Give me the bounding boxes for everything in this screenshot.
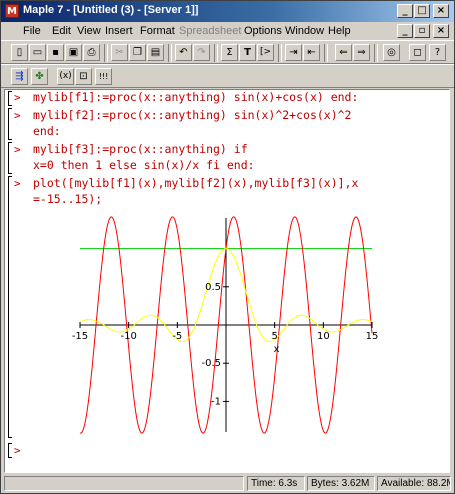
doc-close-button[interactable]: × [433,24,449,38]
y-tick-label: -0.5 [201,358,221,369]
input-line[interactable]: end: [33,124,61,138]
group-bracket[interactable] [8,443,12,458]
window-title: Maple 7 - [Untitled (3) - [Server 1]] [23,4,199,16]
minimize-button[interactable]: _ [397,4,413,18]
doc-minimize-button[interactable]: _ [397,24,413,38]
x-tick-label: -5 [172,331,182,342]
menu-spreadsheet[interactable]: Spreadsheet [179,25,241,37]
input-prompt: > [14,444,21,457]
maple-leaf-icon[interactable]: M [5,4,19,18]
group-bracket[interactable] [8,108,12,140]
input-prompt: > [14,143,21,156]
close-button[interactable]: × [433,4,449,18]
menu-help[interactable]: Help [328,25,351,37]
new-document-icon[interactable]: ▯ [11,44,28,61]
group-bracket[interactable] [8,142,12,174]
restart-icon[interactable]: ◻ [409,44,426,61]
back-arrow-icon[interactable]: ⇐ [335,44,352,61]
math-input-button[interactable]: Σ [221,44,238,61]
redo-icon[interactable]: ↷ [193,44,210,61]
print-icon[interactable]: ⎙ [83,44,100,61]
text-mode-icon[interactable]: ⊡ [75,68,92,85]
save-all-icon[interactable]: ▣ [65,44,82,61]
x-axis-label: x [274,344,280,355]
input-prompt: > [14,177,21,190]
doc-restore-button[interactable]: ▫ [414,24,430,38]
execute-all-button[interactable]: !!! [95,68,112,85]
menu-bar: File Edit View Insert Format Spreadsheet… [1,22,454,40]
menu-edit[interactable]: Edit [52,25,71,37]
plot-output[interactable]: -15 -10 -5 5 10 15 0.5 -0.5 -1 x [5,210,445,435]
menu-options[interactable]: Options [244,25,282,37]
forward-arrow-icon[interactable]: ⇒ [353,44,370,61]
status-time: Time: 6.3s [247,476,305,491]
copy-icon[interactable]: ❐ [129,44,146,61]
main-toolbar: ▯ ▭ ▪ ▣ ⎙ ✂ ❐ ▤ ↶ ↷ Σ T [> ⇥ ⇤ ⇐ ⇒ ◎ ◻ ? [1,40,454,64]
insert-prompt-button[interactable]: [> [257,44,274,61]
menu-insert[interactable]: Insert [105,25,133,37]
menu-view[interactable]: View [77,25,101,37]
worksheet[interactable]: > mylib[f1]:=proc(x::anything) sin(x)+co… [4,89,450,473]
group-bracket[interactable] [8,91,12,106]
menu-file[interactable]: File [23,25,41,37]
inert-expression-button[interactable]: (x) [57,68,74,85]
outdent-icon[interactable]: ⇤ [303,44,320,61]
x-tick-label: 15 [366,331,379,342]
undo-icon[interactable]: ↶ [175,44,192,61]
input-prompt: > [14,91,21,104]
input-line[interactable]: plot([mylib[f1](x),mylib[f2](x),mylib[f3… [33,176,358,190]
y-tick-label: 0.5 [205,282,221,293]
indent-icon[interactable]: ⇥ [285,44,302,61]
save-disk-icon[interactable]: ▪ [47,44,64,61]
cut-icon[interactable]: ✂ [111,44,128,61]
paste-icon[interactable]: ▤ [147,44,164,61]
status-available: Available: 88.2M [377,476,451,491]
text-input-button[interactable]: T [239,44,256,61]
x-tick-label: -10 [120,331,136,342]
input-line[interactable]: mylib[f1]:=proc(x::anything) sin(x)+cos(… [33,90,358,104]
input-line[interactable]: x=0 then 1 else sin(x)/x fi end: [33,158,255,172]
maple-window: M Maple 7 - [Untitled (3) - [Server 1]] … [0,0,455,494]
help-pointer-icon[interactable]: ? [429,44,446,61]
status-message [4,476,244,491]
context-toolbar: ⇶ ✤ (x) ⊡ !!! [1,64,454,88]
status-bytes: Bytes: 3.62M [307,476,375,491]
menu-window[interactable]: Window [285,25,324,37]
execute-icon[interactable]: ⇶ [11,68,28,85]
menu-format[interactable]: Format [140,25,175,37]
title-bar: M Maple 7 - [Untitled (3) - [Server 1]] … [1,1,454,22]
input-line[interactable]: =-15..15); [33,192,102,206]
input-line[interactable]: mylib[f2]:=proc(x::anything) sin(x)^2+co… [33,108,352,122]
stop-icon[interactable]: ◎ [383,44,400,61]
maximize-button[interactable]: □ [414,4,430,18]
open-folder-icon[interactable]: ▭ [29,44,46,61]
status-bar: Time: 6.3s Bytes: 3.62M Available: 88.2M [1,475,454,493]
x-tick-label: 5 [271,331,277,342]
input-prompt: > [14,109,21,122]
x-tick-label: -15 [72,331,88,342]
x-tick-label: 10 [317,331,330,342]
input-line[interactable]: mylib[f3]:=proc(x::anything) if [33,142,248,156]
maple-leaf-small-icon[interactable]: ✤ [31,68,48,85]
y-tick-label: -1 [211,396,221,407]
